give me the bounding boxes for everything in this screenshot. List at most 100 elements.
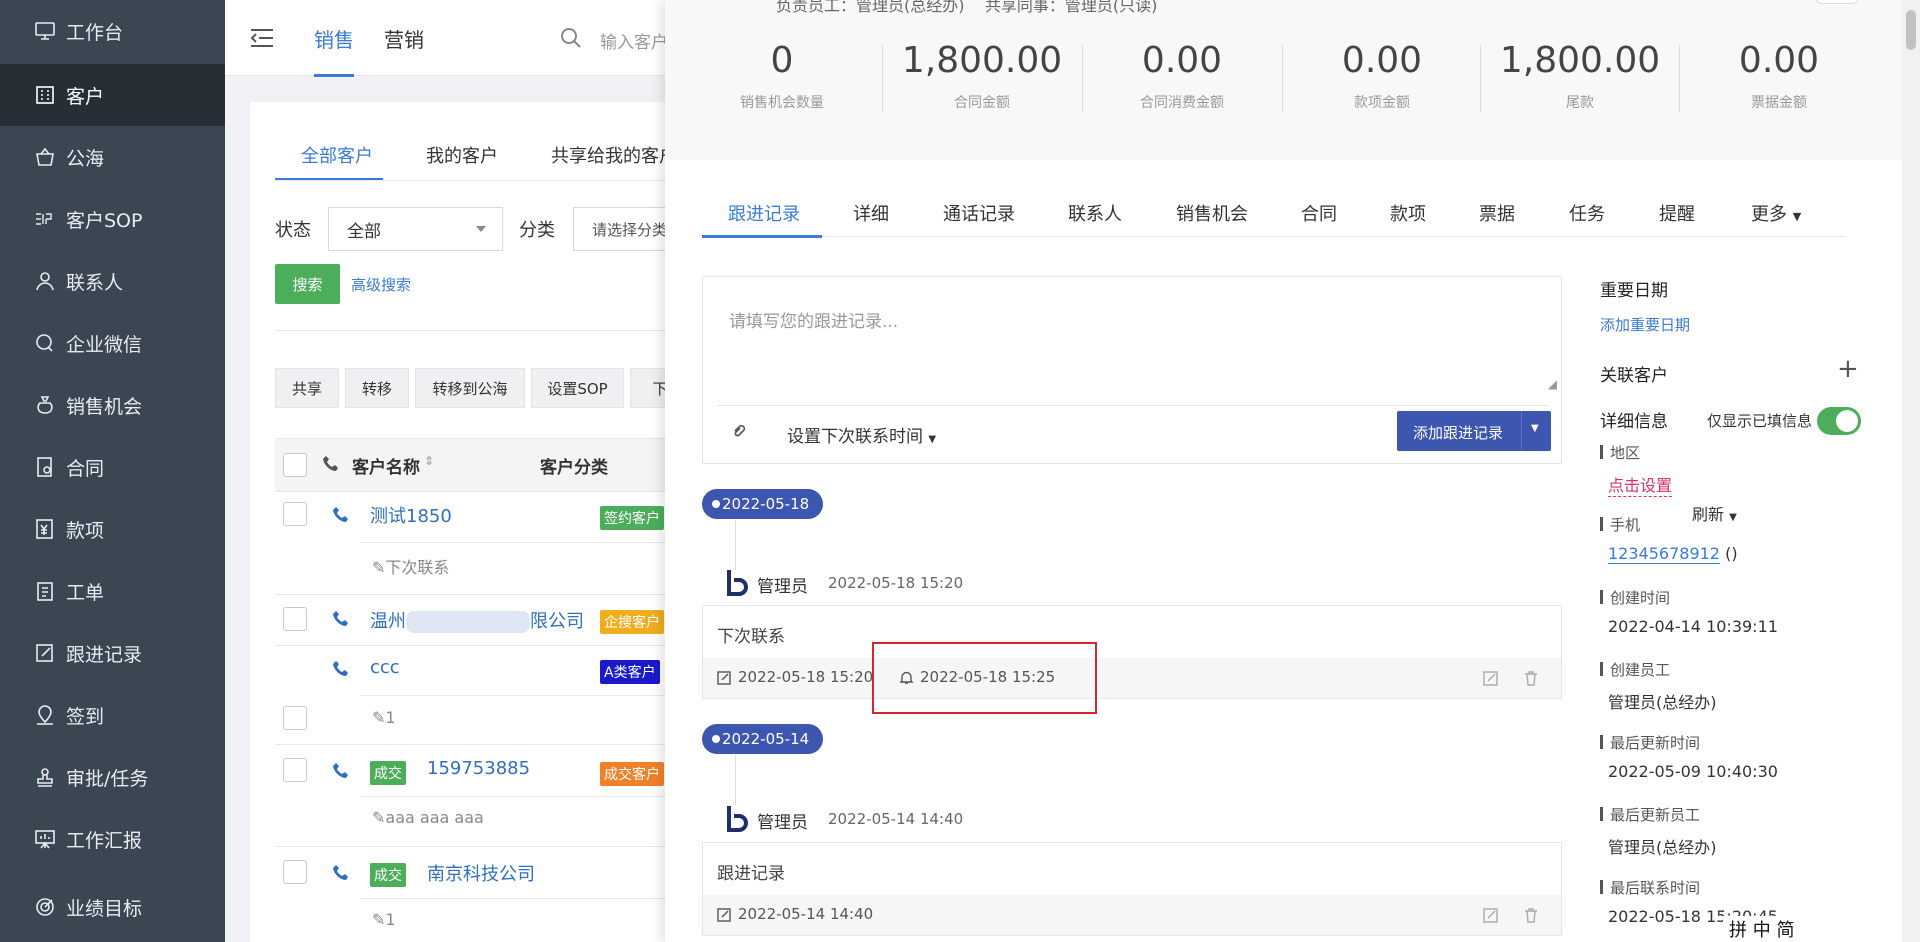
scrollbar-thumb[interactable] [1906,10,1916,50]
sidebar-item-followup[interactable]: 跟进记录 [0,622,225,684]
mobile-link[interactable]: 12345678912 [1608,544,1720,564]
attachment-icon[interactable] [731,423,747,443]
sidebar-item-label: 合同 [66,457,105,480]
sidebar-item-sales-opportunity[interactable]: 销售机会 [0,374,225,436]
refresh-label: 刷新 [1692,505,1725,524]
sidebar-item-payment[interactable]: 款项 [0,498,225,560]
sidebar-item-work-report[interactable]: 工作汇报 [0,808,225,870]
scrollbar[interactable] [1902,0,1920,942]
tab-invoice[interactable]: 票据 [1479,200,1515,226]
edit-record-icon[interactable] [1483,670,1499,690]
sidebar-item-public-sea[interactable]: 公海 [0,126,225,188]
record-created: 2022-05-18 15:20 [717,668,873,686]
tab-sales-opportunity[interactable]: 销售机会 [1176,200,1248,226]
highlight-box [872,642,1097,714]
location-icon [34,704,56,726]
row-checkbox[interactable] [283,860,307,884]
search-input[interactable]: 输入客户 [600,28,668,53]
share-button[interactable]: 共享 [275,368,339,408]
ime-toolbar[interactable]: 拼 中 简 [1723,916,1913,942]
record-user: 管理员 [757,577,808,597]
date-pill: 2022-05-18 [702,489,824,519]
phone-icon[interactable] [332,660,350,678]
select-all-checkbox[interactable] [283,453,307,477]
resize-handle-icon[interactable]: ◢ [1548,377,1557,391]
tab-contacts[interactable]: 联系人 [1068,200,1122,226]
only-filled-toggle[interactable] [1817,407,1861,435]
row-checkbox[interactable] [283,706,307,730]
sidebar-item-contacts[interactable]: 联系人 [0,250,225,312]
add-record-dropdown-icon[interactable]: ▼ [1531,423,1539,434]
tab-sales[interactable]: 销售 [314,24,354,77]
mobile-suffix: () [1719,544,1738,563]
row-checkbox[interactable] [283,607,307,631]
customer-name-link[interactable]: ccc [370,657,400,678]
next-contact-text: 1 [385,708,396,727]
tab-my-customers[interactable]: 我的客户 [426,142,498,168]
sidebar-item-wecom[interactable]: 企业微信 [0,312,225,374]
sidebar-item-customer[interactable]: 客户 [0,64,225,126]
set-sop-button[interactable]: 设置SOP [531,368,624,408]
refresh-dropdown[interactable]: 刷新 ▼ [1692,501,1737,525]
tab-call-records[interactable]: 通话记录 [943,200,1015,226]
toggle-switch[interactable] [1815,0,1859,4]
sidebar-item-label: 企业微信 [66,333,143,356]
search-button[interactable]: 搜索 [275,264,340,304]
last-contact-label: 最后联系时间 [1600,877,1700,898]
phone-icon[interactable] [332,762,350,780]
chevron-down-icon [476,226,486,232]
edit-record-icon[interactable] [1483,907,1499,927]
status-select[interactable]: 全部 [328,207,503,251]
col-customer-name[interactable]: 客户名称 [352,453,420,478]
record-time: 2022-05-14 14:40 [828,810,964,828]
add-record-button[interactable]: 添加跟进记录 [1413,422,1503,443]
tab-reminder[interactable]: 提醒 [1659,200,1695,226]
tab-all-customers[interactable]: 全部客户 [301,142,373,168]
sidebar-item-label: 销售机会 [66,395,143,418]
sidebar-item-customer-sop[interactable]: 客户SOP [0,188,225,250]
customer-name-suffix: 限公司 [530,611,584,632]
search-icon [560,27,582,53]
add-important-date-link[interactable]: 添加重要日期 [1600,314,1690,335]
phone-icon[interactable] [332,506,350,524]
tab-payment[interactable]: 款项 [1390,200,1426,226]
delete-record-icon[interactable] [1523,670,1539,690]
next-contact-label: 设置下次联系时间 [787,427,923,447]
row-checkbox[interactable] [283,758,307,782]
customer-name-link[interactable]: 南京科技公司 [427,860,535,886]
customer-name-link[interactable]: 159753885 [427,758,530,779]
customer-name-link[interactable]: 测试1850 [370,502,452,528]
add-related-customer-icon[interactable]: + [1837,354,1859,384]
advanced-search-link[interactable]: 高级搜索 [351,274,411,295]
move-to-public-button[interactable]: 转移到公海 [415,368,525,408]
sidebar-item-workbench[interactable]: 工作台 [0,0,225,62]
row-checkbox[interactable] [283,502,307,526]
tab-followup-records[interactable]: 跟进记录 [728,200,800,226]
phone-icon[interactable] [332,610,350,628]
region-set-link[interactable]: 点击设置 [1608,472,1673,497]
tab-contract[interactable]: 合同 [1301,200,1337,226]
sidebar-item-approval[interactable]: 审批/任务 [0,746,225,808]
tab-task[interactable]: 任务 [1569,200,1605,226]
collapse-menu-icon[interactable] [249,26,275,54]
sidebar-item-label: 工单 [66,581,105,604]
sidebar-item-checkin[interactable]: 签到 [0,684,225,746]
delete-record-icon[interactable] [1523,907,1539,927]
tab-more[interactable]: 更多 ▼ [1751,200,1801,226]
tab-detail[interactable]: 详细 [853,200,889,226]
sidebar-item-performance-goal[interactable]: 业绩目标 [0,876,225,938]
timeline-line [735,755,736,805]
edit-icon [34,642,56,664]
ime-text: 拼 中 简 [1729,920,1795,941]
updater-value: 管理员(总经办) [1608,838,1717,857]
sort-icon[interactable]: ⇕ [424,454,434,468]
phone-icon[interactable] [332,864,350,882]
set-next-contact-dropdown[interactable]: 设置下次联系时间 ▼ [787,422,936,447]
tab-shared-customers[interactable]: 共享给我的客户 [551,142,677,168]
sidebar-item-contract[interactable]: 合同 [0,436,225,498]
customer-name-link[interactable]: 温州 限公司 [370,607,584,633]
sidebar-item-work-order[interactable]: 工单 [0,560,225,622]
tab-marketing[interactable]: 营销 [384,24,424,53]
followup-textarea[interactable]: 请填写您的跟进记录... [729,307,898,332]
transfer-button[interactable]: 转移 [345,368,409,408]
